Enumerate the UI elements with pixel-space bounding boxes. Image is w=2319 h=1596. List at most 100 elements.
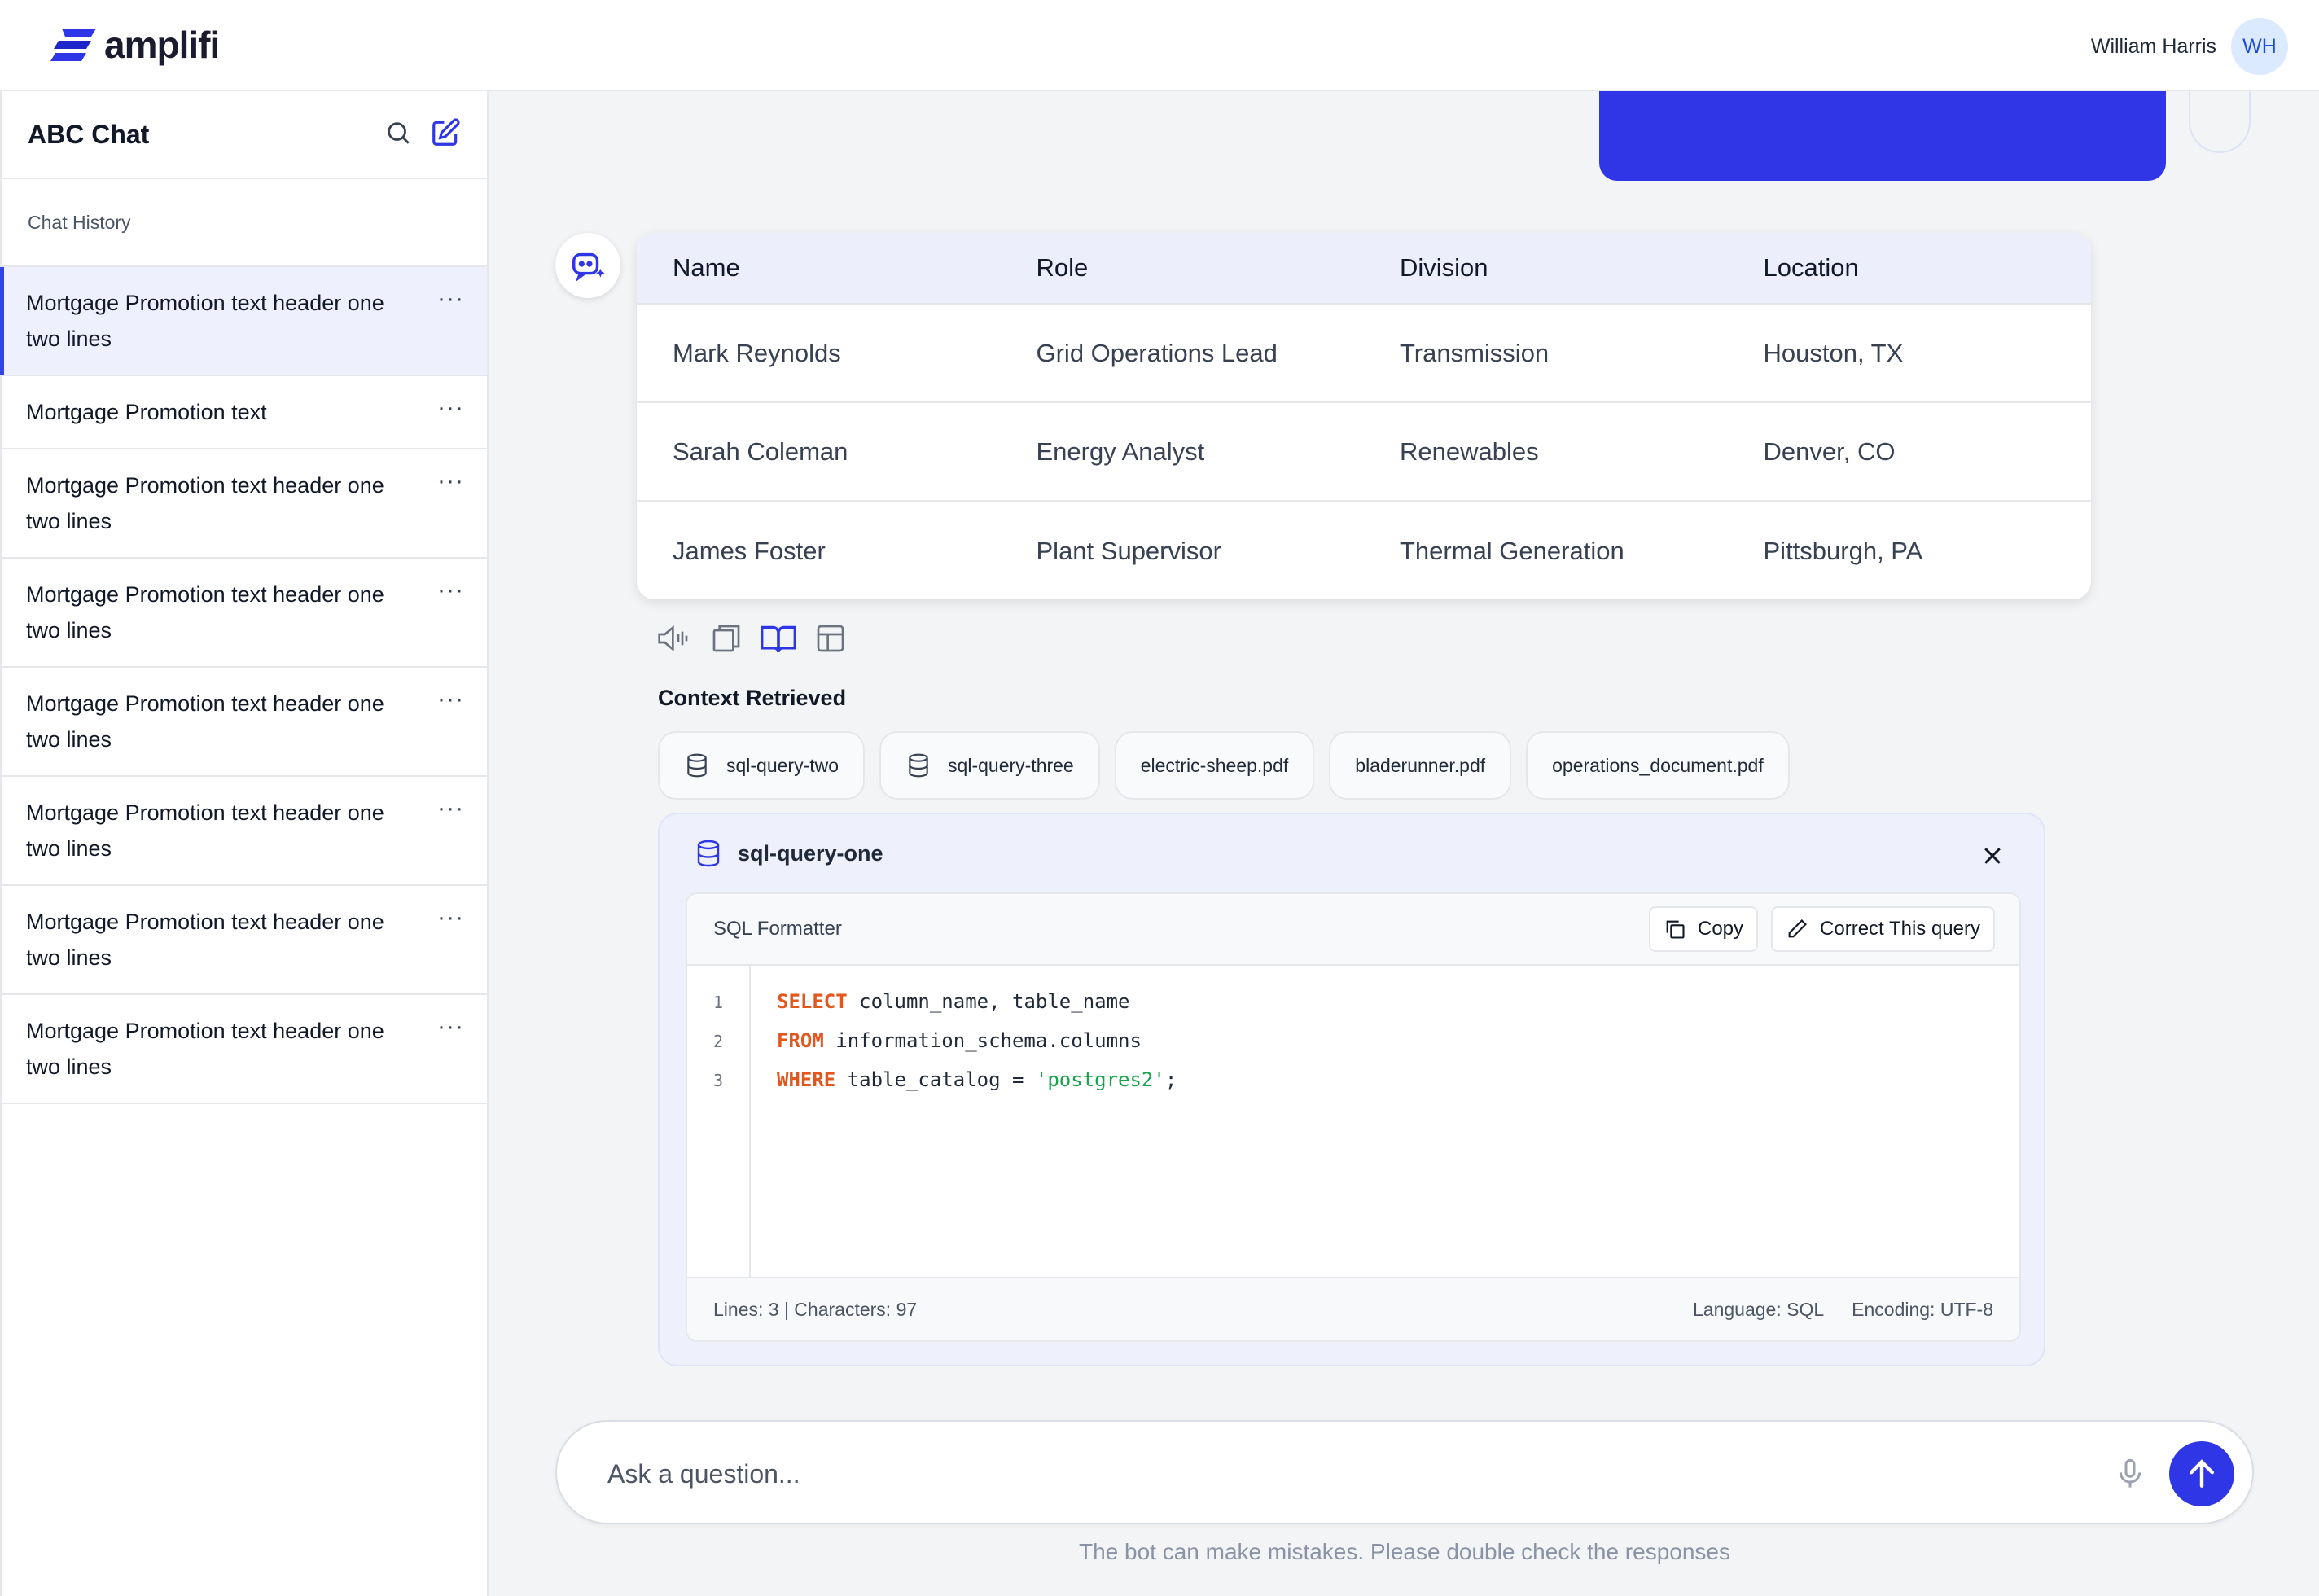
close-icon[interactable] [1980,844,2005,868]
table-cell: Energy Analyst [1036,436,1205,466]
table-cell: Plant Supervisor [1036,536,1221,565]
sql-editor: SQL Formatter Copy Correct This query 1 … [686,892,2021,1342]
code-line: FROM information_schema.columns [777,1029,1177,1068]
context-chips: sql-query-two sql-query-three electric-s… [658,731,1790,800]
search-icon[interactable] [384,119,412,151]
chat-composer [555,1420,2254,1524]
bot-avatar [555,233,620,298]
context-chip[interactable]: sql-query-three [879,731,1100,800]
user-message-avatar [2189,91,2251,153]
user-menu[interactable]: William Harris WH [2091,18,2288,75]
arrow-up-icon [2189,1459,2215,1488]
bot-icon [572,252,605,283]
more-options-icon[interactable]: ··· [437,287,464,311]
code-text: ; [1164,1068,1177,1091]
brand-name: amplifi [104,24,220,66]
code-line: WHERE table_catalog = 'postgres2'; [777,1068,1177,1107]
speaker-icon[interactable] [656,620,692,656]
editor-stats: Lines: 3 | Characters: 97 [713,1298,918,1320]
chat-history-list: Mortgage Promotion text header one two l… [0,267,487,1104]
sidebar-history-item[interactable]: Mortgage Promotion text header one two l… [2,559,487,668]
history-item-label: Mortgage Promotion text [26,400,267,424]
context-chip[interactable]: sql-query-two [658,731,866,800]
layout-icon[interactable] [813,620,848,656]
code-lines: SELECT column_name, table_name FROM info… [751,966,1177,1280]
sidebar-history-item[interactable]: Mortgage Promotion text ··· [2,376,487,449]
new-chat-icon[interactable] [430,117,461,152]
copy-button-label: Copy [1698,918,1744,940]
more-options-icon[interactable]: ··· [437,796,464,821]
table-cell: Grid Operations Lead [1036,338,1278,367]
sidebar-history-item[interactable]: Mortgage Promotion text header one two l… [2,668,487,777]
context-chip[interactable]: operations_document.pdf [1526,731,1790,800]
question-input[interactable] [607,1449,1829,1498]
column-header: Division [1400,253,1488,282]
editor-encoding: Encoding: UTF-8 [1852,1298,1993,1320]
sidebar-history-item[interactable]: Mortgage Promotion text header one two l… [2,886,487,995]
send-button[interactable] [2169,1441,2234,1506]
column-header: Name [673,253,740,282]
database-icon [687,753,707,778]
database-icon [697,840,720,867]
table-row: Mark Reynolds Grid Operations Lead Trans… [637,305,2091,403]
message-actions [656,620,848,656]
table-cell: Denver, CO [1763,436,1896,466]
avatar[interactable]: WH [2231,18,2288,75]
more-options-icon[interactable]: ··· [437,687,464,712]
sidebar-history-item[interactable]: Mortgage Promotion text header one two l… [0,267,487,376]
column-header: Role [1036,253,1089,282]
sql-panel-header: sql-query-one [694,839,883,868]
sql-panel-title: sql-query-one [738,840,883,866]
copy-icon [1666,920,1685,939]
chip-label: bladerunner.pdf [1355,754,1486,776]
chip-label: sql-query-three [948,754,1074,776]
brand-logo[interactable]: amplifi [50,23,220,67]
table-row: Sarah Coleman Energy Analyst Renewables … [637,403,2091,502]
top-bar: amplifi William Harris WH [0,0,2319,91]
pencil-icon [1788,919,1808,938]
book-icon[interactable] [761,620,796,656]
microphone-icon[interactable] [2109,1453,2151,1495]
database-icon [909,753,928,778]
chip-label: sql-query-two [726,754,839,776]
table-cell: Houston, TX [1763,338,1904,367]
copy-button[interactable]: Copy [1649,906,1759,952]
sidebar: ABC Chat Chat History Mortgage Promotion… [0,91,489,1596]
table-row: James Foster Plant Supervisor Thermal Ge… [637,502,2091,599]
correct-query-button[interactable]: Correct This query [1771,906,1995,952]
more-options-icon[interactable]: ··· [437,469,464,493]
sidebar-history-item[interactable]: Mortgage Promotion text header one two l… [2,777,487,886]
context-chip[interactable]: electric-sheep.pdf [1114,731,1315,800]
more-options-icon[interactable]: ··· [437,578,464,603]
more-options-icon[interactable]: ··· [437,1015,464,1039]
editor-title: SQL Formatter [713,918,842,940]
more-options-icon[interactable]: ··· [437,396,464,420]
context-title: Context Retrieved [658,686,847,710]
editor-toolbar: SQL Formatter Copy Correct This query [687,894,2019,966]
context-chip[interactable]: bladerunner.pdf [1329,731,1512,800]
table-cell: Thermal Generation [1400,536,1624,565]
editor-status-bar: Lines: 3 | Characters: 97 Language: SQL … [687,1277,2019,1340]
chip-label: operations_document.pdf [1552,754,1764,776]
user-message-bubble [1599,91,2166,181]
sql-query-panel: sql-query-one SQL Formatter Copy Correct… [658,813,2045,1366]
sql-keyword: WHERE [777,1068,836,1091]
line-numbers: 1 2 3 [687,966,751,1280]
chat-history-label: Chat History [2,179,487,267]
copy-icon[interactable] [708,620,744,656]
more-options-icon[interactable]: ··· [437,905,464,930]
code-line: SELECT column_name, table_name [777,990,1177,1029]
user-name: William Harris [2090,34,2216,58]
code-text: information_schema.columns [823,1029,1142,1052]
code-text: table_catalog = [835,1068,1036,1091]
editor-language: Language: SQL [1693,1298,1825,1320]
code-area[interactable]: 1 2 3 SELECT column_name, table_name FRO… [687,966,2019,1280]
result-table: Name Role Division Location Mark Reynold… [637,233,2091,599]
sql-keyword: SELECT [777,990,848,1013]
table-cell: Pittsburgh, PA [1763,536,1923,565]
table-cell: Mark Reynolds [673,338,841,367]
sidebar-history-item[interactable]: Mortgage Promotion text header one two l… [2,449,487,559]
sidebar-history-item[interactable]: Mortgage Promotion text header one two l… [2,995,487,1104]
code-text: column_name, table_name [847,990,1130,1013]
history-item-label: Mortgage Promotion text header one two l… [26,1019,384,1079]
